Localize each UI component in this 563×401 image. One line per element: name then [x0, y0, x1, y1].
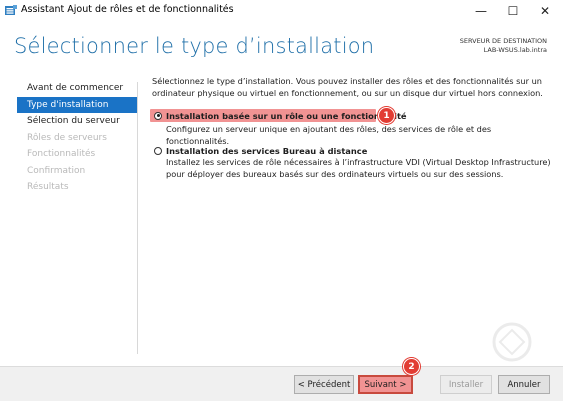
next-button[interactable]: Suivant >	[358, 375, 413, 394]
option-remote-desktop-description: Installez les services de rôle nécessair…	[166, 157, 551, 179]
nav-item-type-installation[interactable]: Type d'installation	[17, 96, 137, 113]
option-remote-desktop-label[interactable]: Installation des services Bureau à dista…	[166, 146, 367, 156]
wizard-steps-nav: Avant de commencer Type d'installation S…	[17, 80, 137, 196]
nav-item-avant-de-commencer[interactable]: Avant de commencer	[17, 80, 137, 96]
maximize-icon: ☐	[507, 4, 519, 18]
main-content: Sélectionnez le type d’installation. Vou…	[150, 76, 552, 179]
option-role-based-description: Configurez un serveur unique en ajoutant…	[166, 124, 492, 146]
nav-item-roles-serveurs: Rôles de serveurs	[27, 132, 107, 143]
previous-button[interactable]: < Précédent	[294, 375, 354, 394]
intro-text: Sélectionnez le type d’installation. Vou…	[152, 76, 543, 98]
nav-item-selection-serveur[interactable]: Sélection du serveur	[17, 113, 137, 129]
step-badge-1: 1	[378, 107, 395, 124]
close-icon: ✕	[539, 4, 551, 18]
minimize-button[interactable]: —	[463, 0, 499, 22]
destination-server-label: SERVEUR DE DESTINATION	[459, 37, 547, 45]
cancel-button[interactable]: Annuler	[498, 375, 550, 394]
server-manager-icon	[5, 5, 17, 15]
nav-item-confirmation: Confirmation	[27, 165, 86, 176]
radio-selected-dot	[156, 114, 160, 117]
step-badge-2: 2	[403, 358, 420, 375]
radio-remote-desktop[interactable]	[154, 146, 162, 155]
radio-role-based[interactable]	[154, 111, 162, 120]
destination-server-name: LAB-WSUS.lab.intra	[483, 46, 547, 54]
wizard-footer: < Précédent Suivant > 2 Installer Annule…	[0, 358, 563, 401]
minimize-icon: —	[475, 4, 487, 18]
close-button[interactable]: ✕	[527, 0, 563, 22]
nav-divider	[137, 82, 138, 354]
nav-item-resultats: Résultats	[27, 182, 69, 192]
window-titlebar: Assistant Ajout de rôles et de fonctionn…	[0, 0, 563, 22]
maximize-button[interactable]: ☐	[495, 0, 531, 22]
nav-item-fonctionnalites: Fonctionnalités	[27, 149, 96, 159]
option-role-based-label[interactable]: Installation basée sur un rôle ou une fo…	[166, 111, 407, 121]
watermark-logo	[492, 322, 532, 362]
install-button: Installer	[440, 375, 492, 394]
window-title: Assistant Ajout de rôles et de fonctionn…	[21, 4, 234, 15]
page-title: Sélectionner le type d’installation	[14, 34, 375, 58]
